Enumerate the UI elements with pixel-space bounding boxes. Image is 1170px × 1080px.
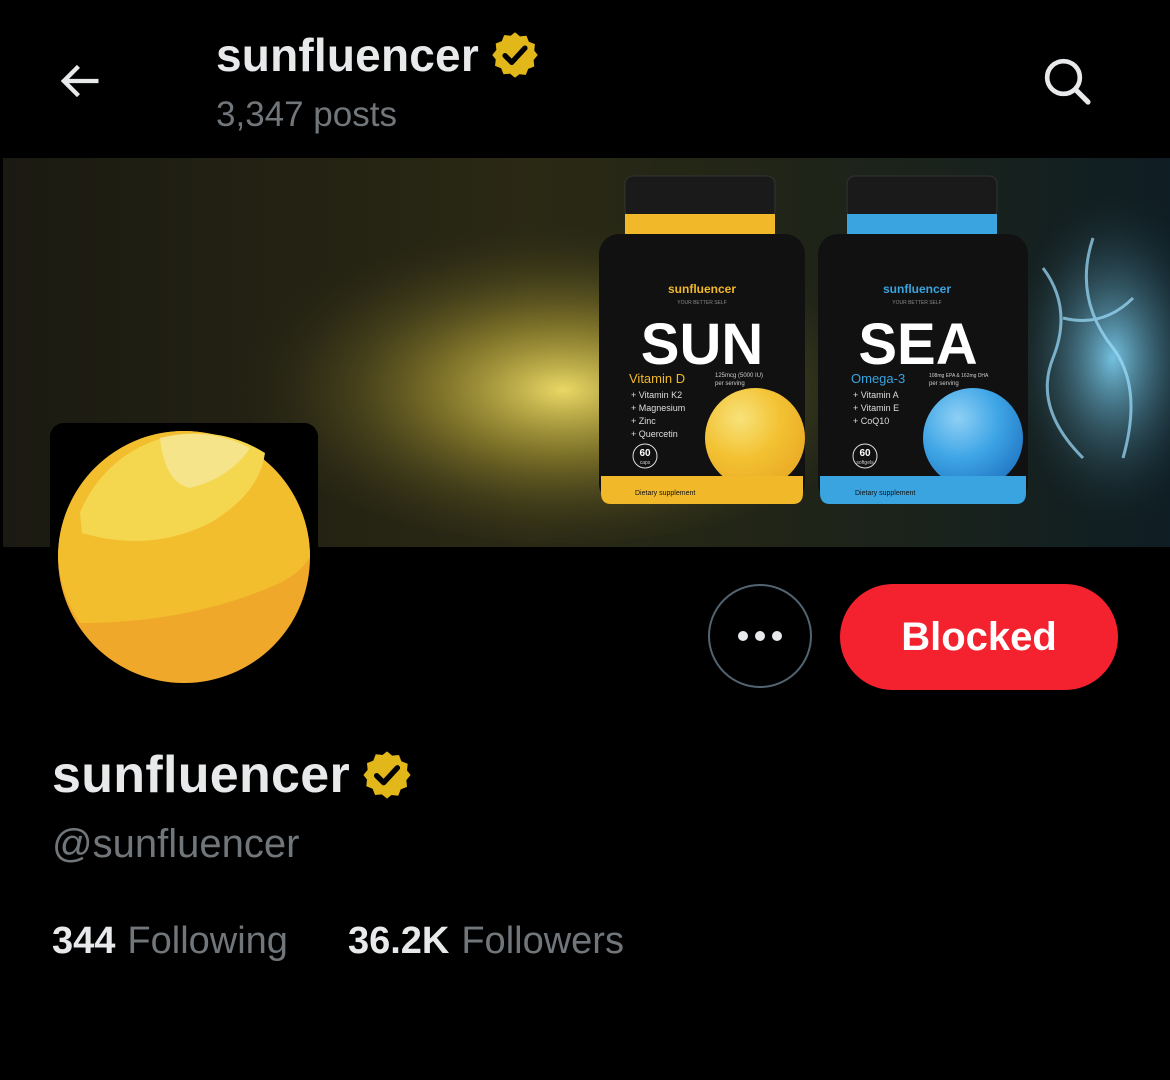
sun-ingredient: + Zinc [631, 416, 656, 426]
sea-ingredient: + Vitamin E [853, 403, 899, 413]
sun-count-unit: caps [640, 460, 651, 466]
following-link[interactable]: 344 Following [52, 920, 288, 963]
back-button[interactable] [50, 52, 108, 110]
display-name: sunfluencer [52, 746, 351, 804]
sea-dose2: per serving [929, 381, 959, 387]
following-label: Following [127, 920, 288, 962]
header-title-group: sunfluencer [216, 28, 541, 82]
sun-subtitle: Vitamin D [629, 371, 685, 386]
sun-dose: 125mcg (5000 IU) [715, 373, 763, 379]
followers-link[interactable]: 36.2K Followers [348, 920, 624, 963]
verified-badge-icon [492, 32, 538, 78]
followers-label: Followers [461, 920, 624, 962]
search-icon [1044, 58, 1091, 105]
sun-count: 60 [639, 448, 651, 459]
sun-ingredient: + Quercetin [631, 429, 678, 439]
arrow-left-icon [60, 64, 99, 98]
sun-dose2: per serving [715, 381, 745, 387]
sun-product-name: SUN [641, 312, 763, 377]
verified-badge-icon[interactable] [360, 748, 414, 802]
sun-logo-avatar [50, 423, 318, 691]
profile-stats: 344 Following 36.2K Followers [52, 920, 684, 963]
header-title: sunfluencer [216, 29, 479, 81]
sun-brand: sunfluencer [668, 282, 736, 296]
sea-footer: Dietary supplement [855, 490, 915, 497]
sea-ingredient: + Vitamin A [853, 390, 899, 400]
sea-product-name: SEA [858, 312, 977, 377]
sea-ingredient: + CoQ10 [853, 416, 889, 426]
search-button[interactable] [1036, 50, 1098, 112]
sun-ingredient: + Vitamin K2 [631, 390, 682, 400]
more-horizontal-icon [738, 631, 782, 641]
post-count: 3,347 posts [216, 95, 397, 134]
more-options-button[interactable] [708, 584, 812, 688]
sun-footer: Dietary supplement [635, 490, 695, 497]
sea-tagline: YOUR BETTER SELF [892, 300, 941, 306]
following-count: 344 [52, 920, 116, 962]
followers-count: 36.2K [347, 920, 450, 962]
blocked-button[interactable]: Blocked [840, 584, 1118, 690]
sea-subtitle: Omega-3 [851, 371, 905, 386]
top-bar: sunfluencer 3,347 posts [0, 0, 1170, 158]
sea-count: 60 [859, 448, 871, 459]
sea-count-unit: softgels [856, 460, 874, 466]
sun-bottle: sunfluencer YOUR BETTER SELF SUN Vitamin… [599, 175, 805, 504]
sea-bottle: sunfluencer YOUR BETTER SELF SEA Omega-3… [818, 175, 1028, 504]
display-name-group: sunfluencer [52, 745, 414, 805]
user-handle: @sunfluencer [52, 822, 300, 866]
sun-ingredient: + Magnesium [631, 403, 685, 413]
sun-tagline: YOUR BETTER SELF [677, 300, 726, 306]
sea-brand: sunfluencer [883, 282, 951, 296]
profile-avatar[interactable] [50, 423, 318, 691]
sea-dose: 108mg EPA & 162mg DHA [929, 373, 989, 379]
